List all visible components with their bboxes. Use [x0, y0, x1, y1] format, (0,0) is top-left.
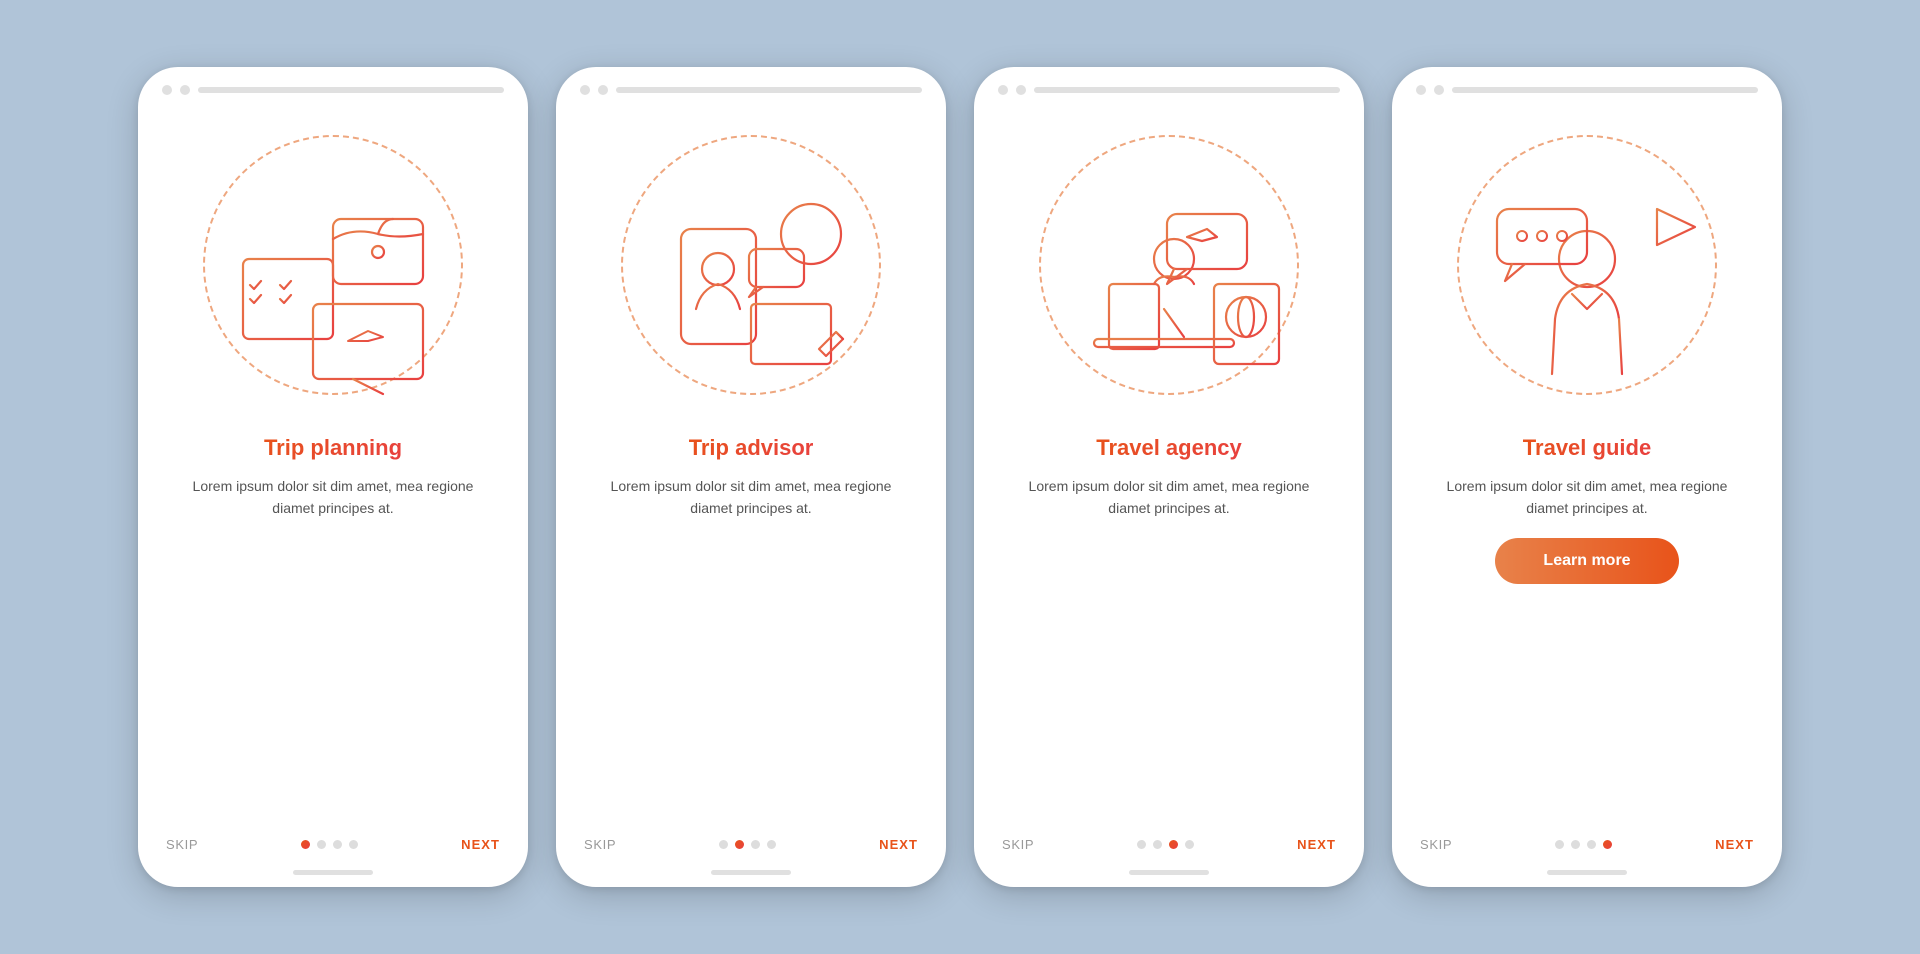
phone-trip-planning: Trip planning Lorem ipsum dolor sit dim …: [138, 67, 528, 887]
svg-travel-guide: [1437, 119, 1737, 419]
card-desc-4: Lorem ipsum dolor sit dim amet, mea regi…: [1424, 475, 1750, 520]
card-desc-1: Lorem ipsum dolor sit dim amet, mea regi…: [170, 475, 496, 520]
phone-travel-agency: Travel agency Lorem ipsum dolor sit dim …: [974, 67, 1364, 887]
card-title-3: Travel agency: [1096, 435, 1242, 461]
nav-dots-4: [1555, 840, 1612, 849]
dot-3-1: [1153, 840, 1162, 849]
content-trip-planning: Trip planning Lorem ipsum dolor sit dim …: [138, 435, 528, 827]
card-desc-3: Lorem ipsum dolor sit dim amet, mea regi…: [1006, 475, 1332, 520]
dot-4-2: [1587, 840, 1596, 849]
phone-line-4: [1452, 87, 1758, 93]
dot-2-2: [751, 840, 760, 849]
bottom-handle-4: [1547, 870, 1627, 875]
phone-top-bar-3: [974, 67, 1364, 95]
phone-circle-4a: [1416, 85, 1426, 95]
next-button-3[interactable]: NEXT: [1297, 837, 1336, 852]
svg-travel-agency: [1019, 119, 1319, 419]
dot-3-3: [1185, 840, 1194, 849]
dot-3-0: [1137, 840, 1146, 849]
nav-dots-2: [719, 840, 776, 849]
bottom-handle-2: [711, 870, 791, 875]
card-desc-2: Lorem ipsum dolor sit dim amet, mea regi…: [588, 475, 914, 520]
bottom-nav-3: SKIP NEXT: [974, 827, 1364, 870]
content-trip-advisor: Trip advisor Lorem ipsum dolor sit dim a…: [556, 435, 946, 827]
dot-1-3: [349, 840, 358, 849]
next-button-4[interactable]: NEXT: [1715, 837, 1754, 852]
illustration-travel-agency: [974, 95, 1364, 435]
phone-circle-1a: [162, 85, 172, 95]
skip-button-3[interactable]: SKIP: [1002, 837, 1034, 852]
nav-dots-1: [301, 840, 358, 849]
dot-2-1: [735, 840, 744, 849]
dot-1-1: [317, 840, 326, 849]
skip-button-1[interactable]: SKIP: [166, 837, 198, 852]
dot-2-0: [719, 840, 728, 849]
content-travel-agency: Travel agency Lorem ipsum dolor sit dim …: [974, 435, 1364, 827]
bottom-nav-2: SKIP NEXT: [556, 827, 946, 870]
phone-line-3: [1034, 87, 1340, 93]
phone-top-bar-1: [138, 67, 528, 95]
phone-circle-2b: [598, 85, 608, 95]
phone-circle-1b: [180, 85, 190, 95]
dot-4-1: [1571, 840, 1580, 849]
next-button-2[interactable]: NEXT: [879, 837, 918, 852]
phone-circle-4b: [1434, 85, 1444, 95]
phone-top-bar-2: [556, 67, 946, 95]
content-travel-guide: Travel guide Lorem ipsum dolor sit dim a…: [1392, 435, 1782, 827]
dot-1-2: [333, 840, 342, 849]
phone-circle-2a: [580, 85, 590, 95]
svg-trip-planning: [183, 119, 483, 419]
phone-line-1: [198, 87, 504, 93]
illustration-trip-planning: [138, 95, 528, 435]
skip-button-4[interactable]: SKIP: [1420, 837, 1452, 852]
bottom-nav-4: SKIP NEXT: [1392, 827, 1782, 870]
skip-button-2[interactable]: SKIP: [584, 837, 616, 852]
dot-3-2: [1169, 840, 1178, 849]
learn-more-button[interactable]: Learn more: [1495, 538, 1678, 584]
illustration-travel-guide: [1392, 95, 1782, 435]
dot-4-0: [1555, 840, 1564, 849]
card-title-2: Trip advisor: [689, 435, 814, 461]
dot-1-0: [301, 840, 310, 849]
phone-trip-advisor: Trip advisor Lorem ipsum dolor sit dim a…: [556, 67, 946, 887]
illustration-trip-advisor: [556, 95, 946, 435]
nav-dots-3: [1137, 840, 1194, 849]
bottom-nav-1: SKIP NEXT: [138, 827, 528, 870]
bottom-handle-1: [293, 870, 373, 875]
phone-circle-3b: [1016, 85, 1026, 95]
phone-circle-3a: [998, 85, 1008, 95]
card-title-4: Travel guide: [1523, 435, 1651, 461]
card-title-1: Trip planning: [264, 435, 402, 461]
phones-container: Trip planning Lorem ipsum dolor sit dim …: [138, 67, 1782, 887]
bottom-handle-3: [1129, 870, 1209, 875]
dot-2-3: [767, 840, 776, 849]
phone-travel-guide: Travel guide Lorem ipsum dolor sit dim a…: [1392, 67, 1782, 887]
dot-4-3: [1603, 840, 1612, 849]
phone-top-bar-4: [1392, 67, 1782, 95]
next-button-1[interactable]: NEXT: [461, 837, 500, 852]
phone-line-2: [616, 87, 922, 93]
svg-trip-advisor: [601, 119, 901, 419]
